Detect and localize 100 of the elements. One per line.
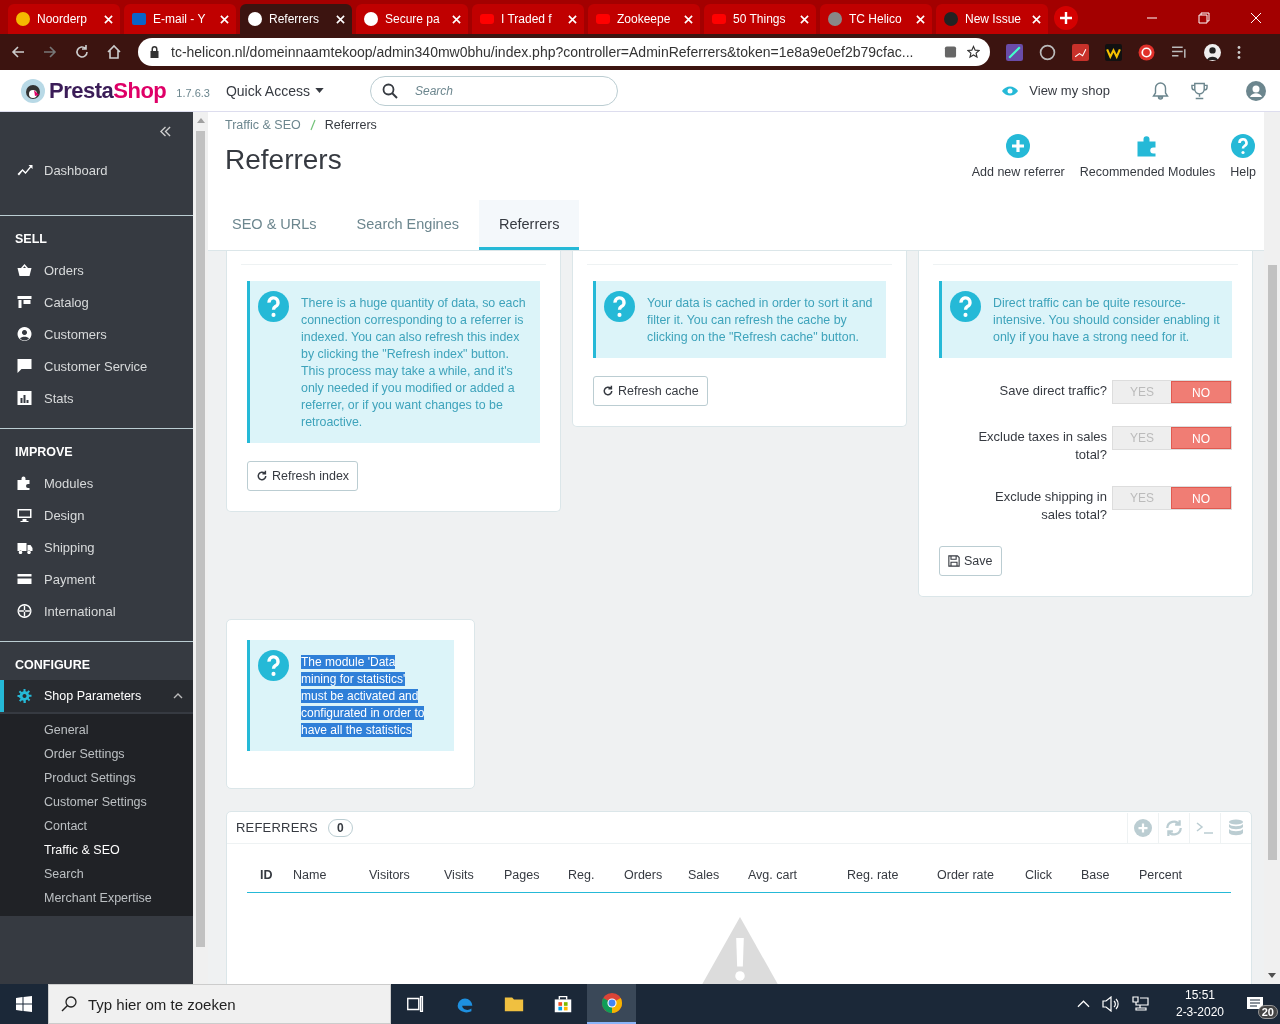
page-tab[interactable]: Referrers: [479, 200, 580, 250]
taskbar-search-field[interactable]: Typ hier om te zoeken: [48, 984, 391, 1024]
column-header[interactable]: Sales: [688, 868, 748, 892]
close-icon[interactable]: [452, 14, 461, 24]
browser-tab[interactable]: E-mail - Y: [124, 4, 236, 34]
volume-icon[interactable]: [1101, 996, 1120, 1012]
column-header[interactable]: Order rate: [937, 868, 1025, 892]
toolbar-button[interactable]: Help: [1230, 134, 1256, 200]
submenu-item[interactable]: Order Settings: [0, 742, 193, 766]
logo-text[interactable]: PrestaShop: [49, 77, 167, 104]
browser-tab[interactable]: Secure pa: [356, 4, 468, 34]
sidebar-item[interactable]: Shop Parameters: [0, 680, 193, 712]
extension-icon[interactable]: [1039, 43, 1056, 61]
sidebar-item[interactable]: International: [0, 595, 193, 627]
profile-avatar-icon[interactable]: [1204, 43, 1221, 61]
scroll-down-icon[interactable]: [1268, 973, 1276, 978]
scrollbar-thumb[interactable]: [196, 131, 205, 947]
submenu-item[interactable]: Product Settings: [0, 766, 193, 790]
submenu-item[interactable]: Customer Settings: [0, 790, 193, 814]
trophy-icon[interactable]: [1191, 81, 1208, 100]
column-header[interactable]: ID: [260, 868, 293, 892]
translate-icon[interactable]: [944, 45, 957, 59]
submenu-item[interactable]: Contact: [0, 814, 193, 838]
clock-time[interactable]: 15:51: [1184, 987, 1215, 1004]
search-field[interactable]: Search: [369, 75, 618, 106]
extension-icon[interactable]: [1138, 43, 1155, 61]
extension-icon[interactable]: [1105, 43, 1122, 61]
submenu-item[interactable]: General: [0, 718, 193, 742]
browser-tab[interactable]: TC Helico: [820, 4, 932, 34]
media-control-icon[interactable]: [1171, 43, 1188, 61]
column-header[interactable]: Avg. cart: [748, 868, 847, 892]
sidebar-item[interactable]: Modules: [0, 467, 193, 499]
sidebar-item[interactable]: Orders: [0, 254, 193, 286]
column-header[interactable]: Pages: [504, 868, 568, 892]
column-header[interactable]: Orders: [624, 868, 688, 892]
quick-access-menu[interactable]: Quick Access: [225, 82, 324, 99]
close-icon[interactable]: [1250, 12, 1262, 24]
column-header[interactable]: Base: [1081, 868, 1139, 892]
extension-icon[interactable]: [1006, 43, 1023, 61]
close-icon[interactable]: [916, 14, 925, 24]
column-header[interactable]: Visitors: [369, 868, 444, 892]
close-icon[interactable]: [104, 14, 113, 24]
submenu-item[interactable]: Merchant Expertise: [0, 886, 193, 910]
toolbar-button[interactable]: Recommended Modules: [1079, 134, 1216, 200]
extension-icon[interactable]: [1072, 43, 1089, 61]
close-icon[interactable]: [568, 14, 577, 24]
user-avatar-icon[interactable]: [1246, 80, 1266, 101]
notification-bell-icon[interactable]: [1152, 81, 1169, 100]
view-shop-link[interactable]: View my shop: [1001, 83, 1110, 98]
collapse-icon[interactable]: [159, 126, 172, 137]
browser-tab[interactable]: Noorderp: [8, 4, 120, 34]
new-tab-icon[interactable]: [1054, 6, 1078, 30]
forward-icon[interactable]: [42, 44, 58, 60]
back-icon[interactable]: [10, 44, 26, 60]
sidebar-item[interactable]: Shipping: [0, 531, 193, 563]
sidebar-item[interactable]: Customers: [0, 318, 193, 350]
sidebar-item[interactable]: Payment: [0, 563, 193, 595]
chevron-up-icon[interactable]: [1076, 1000, 1090, 1008]
sidebar-item[interactable]: Catalog: [0, 286, 193, 318]
network-icon[interactable]: [1131, 996, 1150, 1012]
close-icon[interactable]: [800, 14, 809, 24]
scrollbar-thumb[interactable]: [1267, 265, 1277, 860]
reload-icon[interactable]: [74, 44, 90, 60]
menu-icon[interactable]: [1237, 43, 1241, 61]
browser-tab[interactable]: I Traded f: [472, 4, 584, 34]
column-header[interactable]: Reg.: [568, 868, 624, 892]
browser-tab[interactable]: 50 Things: [704, 4, 816, 34]
close-icon[interactable]: [336, 14, 345, 24]
column-header[interactable]: Visits: [444, 868, 504, 892]
column-header[interactable]: Click: [1025, 868, 1081, 892]
browser-tab[interactable]: Referrers: [240, 4, 352, 34]
column-header[interactable]: Reg. rate: [847, 868, 937, 892]
close-icon[interactable]: [1032, 14, 1041, 24]
submenu-item[interactable]: Traffic & SEO: [0, 838, 193, 862]
submenu-item[interactable]: Search: [0, 862, 193, 886]
page-tab[interactable]: SEO & URLs: [212, 200, 337, 250]
sidebar-item[interactable]: Dashboard: [0, 154, 193, 186]
refresh-cache-button[interactable]: Refresh cache: [593, 376, 708, 406]
save-button[interactable]: Save: [939, 546, 1002, 576]
sidebar-item[interactable]: Customer Service: [0, 350, 193, 382]
home-icon[interactable]: [106, 44, 122, 60]
close-icon[interactable]: [220, 14, 229, 24]
refresh-index-button[interactable]: Refresh index: [247, 461, 359, 491]
close-icon[interactable]: [684, 14, 693, 24]
sidebar-item[interactable]: Design: [0, 499, 193, 531]
restore-icon[interactable]: [1198, 12, 1210, 24]
clock-date[interactable]: 2-3-2020: [1175, 1004, 1224, 1021]
sidebar-item[interactable]: Stats: [0, 382, 193, 414]
breadcrumb-link[interactable]: Traffic & SEO: [225, 118, 301, 132]
column-header[interactable]: Percent: [1139, 868, 1219, 892]
address-field[interactable]: tc-helicon.nl/domeinnaamtekoop/admin340mw0bhu/index.php?controller=AdminReferrers&token=1e8a9e0ef2b79cfac...: [138, 38, 990, 66]
start-icon[interactable]: [16, 996, 32, 1012]
page-tab[interactable]: Search Engines: [336, 200, 479, 250]
browser-tab[interactable]: Zookeepe: [588, 4, 700, 34]
notification-icon[interactable]: [1246, 996, 1264, 1012]
star-icon[interactable]: [967, 45, 980, 59]
help-icon: [258, 291, 289, 322]
toolbar-button[interactable]: Add new referrer: [971, 134, 1065, 200]
browser-tab[interactable]: New Issue: [936, 4, 1048, 34]
column-header[interactable]: Name: [293, 868, 369, 892]
